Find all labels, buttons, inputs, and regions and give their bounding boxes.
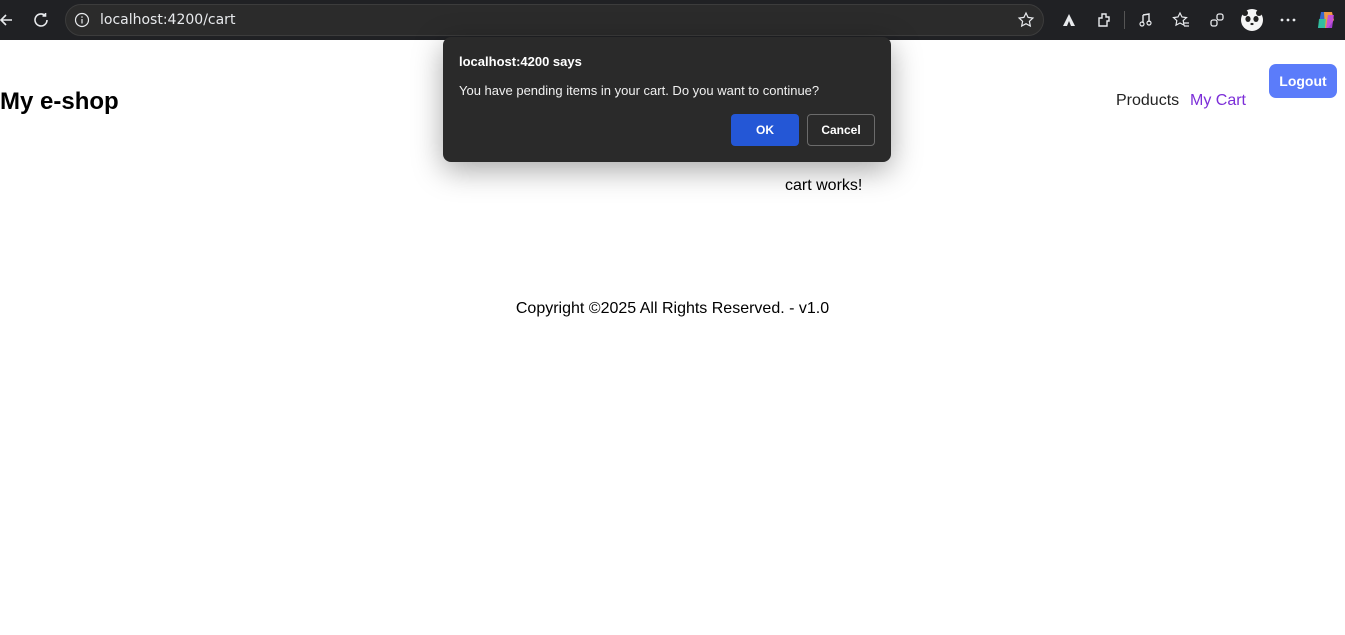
favorite-star-icon[interactable] bbox=[1017, 11, 1035, 29]
address-bar[interactable]: localhost:4200/cart bbox=[65, 4, 1044, 36]
cart-content-text: cart works! bbox=[785, 177, 863, 194]
extensions-icon[interactable] bbox=[1092, 8, 1116, 32]
dialog-message: You have pending items in your cart. Do … bbox=[459, 83, 820, 98]
footer-copyright: Copyright ©2025 All Rights Reserved. - v… bbox=[515, 300, 830, 317]
nav-link-my-cart[interactable]: My Cart bbox=[1190, 92, 1246, 110]
brand-title[interactable]: My e-shop bbox=[0, 88, 119, 116]
dialog-cancel-button[interactable]: Cancel bbox=[807, 114, 875, 146]
more-menu-icon[interactable] bbox=[1276, 8, 1300, 32]
logout-button[interactable]: Logout bbox=[1269, 64, 1337, 98]
dialog-title: localhost:4200 says bbox=[459, 54, 582, 69]
copilot-icon[interactable] bbox=[1314, 8, 1338, 32]
browser-toolbar: localhost:4200/cart bbox=[0, 0, 1345, 40]
url-text[interactable]: localhost:4200/cart bbox=[100, 12, 235, 28]
media-icon[interactable] bbox=[1134, 8, 1158, 32]
nav-link-products[interactable]: Products bbox=[1116, 92, 1179, 110]
refresh-icon[interactable] bbox=[29, 8, 53, 32]
collections-icon[interactable] bbox=[1205, 8, 1229, 32]
dialog-ok-button[interactable]: OK bbox=[731, 114, 799, 146]
profile-avatar-icon[interactable] bbox=[1240, 8, 1264, 32]
adobe-icon[interactable] bbox=[1057, 8, 1081, 32]
alert-dialog: localhost:4200 says You have pending ite… bbox=[443, 37, 891, 162]
favorites-icon[interactable] bbox=[1169, 8, 1193, 32]
site-info-icon[interactable] bbox=[74, 12, 90, 28]
toolbar-divider bbox=[1124, 11, 1125, 29]
back-icon[interactable] bbox=[0, 8, 18, 32]
